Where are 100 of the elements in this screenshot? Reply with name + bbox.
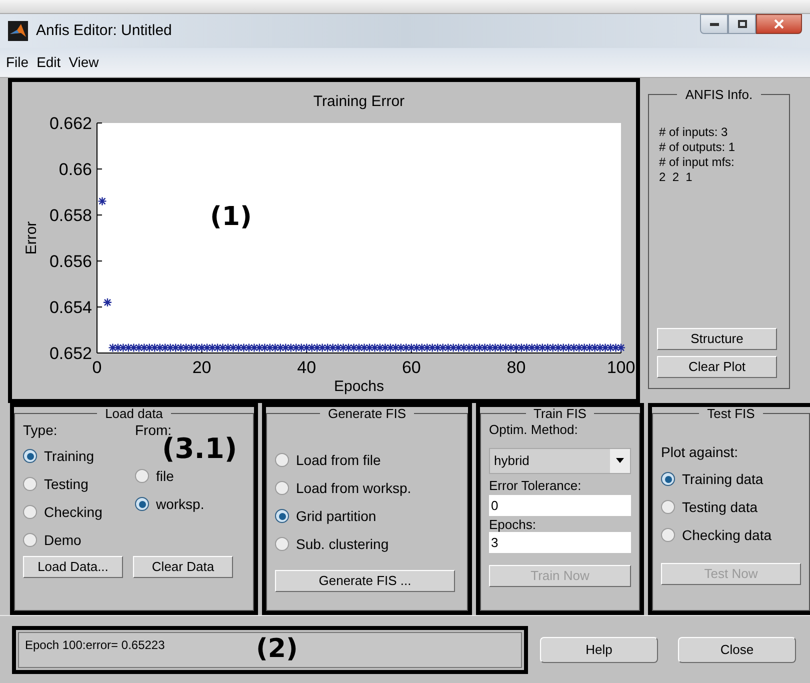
- push-button[interactable]: Structure: [657, 328, 777, 350]
- tick-label: 20: [192, 358, 212, 377]
- data-point: [548, 343, 558, 352]
- push-button[interactable]: Generate FIS ...: [275, 570, 455, 592]
- radio-button[interactable]: [661, 472, 675, 486]
- info-line: # of input mfs:: [659, 155, 736, 170]
- radio-button[interactable]: [23, 449, 37, 463]
- data-point: [166, 343, 175, 352]
- data-point: [212, 343, 222, 352]
- radio-label: Grid partition: [296, 506, 376, 526]
- push-button[interactable]: Clear Plot: [657, 356, 777, 378]
- tick-label: 0: [92, 358, 102, 377]
- field-label: Plot against:: [661, 443, 740, 462]
- push-button[interactable]: Help: [540, 636, 658, 662]
- menu-item[interactable]: File: [6, 52, 29, 73]
- data-point: [512, 343, 521, 352]
- group-title: Train FIS: [532, 407, 588, 420]
- close-button[interactable]: [756, 14, 802, 34]
- data-point: [417, 343, 426, 352]
- field-label: Epochs:: [489, 518, 537, 532]
- radio-button[interactable]: [23, 533, 37, 547]
- field-label: Type:: [23, 421, 58, 440]
- data-point: [134, 343, 144, 352]
- data-point: [516, 343, 526, 352]
- data-point: [406, 343, 416, 352]
- data-point: [260, 343, 270, 352]
- data-point: [296, 343, 306, 352]
- data-point: [558, 343, 568, 352]
- tick-label: 0.66: [58, 160, 92, 179]
- radio-button[interactable]: [275, 537, 289, 551]
- data-point: [391, 343, 400, 352]
- input-field[interactable]: 3: [489, 532, 631, 553]
- maximize-button[interactable]: [728, 14, 756, 34]
- data-point: [312, 343, 322, 352]
- menu-item[interactable]: Edit: [36, 52, 61, 73]
- radio-label: Load from worksp.: [296, 478, 412, 498]
- tick-label: 40: [297, 358, 316, 377]
- field-label: Optim. Method:: [489, 421, 579, 439]
- radio-button[interactable]: [275, 509, 289, 523]
- radio-button[interactable]: [275, 481, 289, 495]
- method-dropdown[interactable]: hybrid: [489, 448, 631, 474]
- data-point: [590, 343, 600, 352]
- group-title: Load data: [104, 407, 164, 420]
- tick-label: 0.654: [49, 298, 92, 317]
- data-point: [118, 343, 128, 352]
- annotation-label: (1): [210, 204, 252, 230]
- data-point: [344, 343, 354, 352]
- data-point: [584, 343, 594, 352]
- data-point: [113, 343, 123, 352]
- data-point: [333, 343, 343, 352]
- radio-button[interactable]: [135, 497, 149, 511]
- data-point: [538, 343, 547, 352]
- data-point: [564, 343, 574, 352]
- radio-button[interactable]: [661, 500, 675, 514]
- chart-title: Training Error: [313, 93, 405, 110]
- data-point: [338, 343, 348, 352]
- menu-item[interactable]: View: [68, 52, 99, 73]
- data-point: [322, 343, 332, 352]
- annotation-label: (3.1): [162, 435, 238, 463]
- data-point: [186, 343, 196, 352]
- data-point: [354, 343, 364, 352]
- push-button[interactable]: Clear Data: [133, 556, 233, 578]
- radio-button[interactable]: [23, 505, 37, 519]
- data-point: [380, 343, 390, 352]
- minimize-button[interactable]: [700, 14, 728, 34]
- data-point: [218, 343, 228, 352]
- radio-label: Checking data: [682, 526, 772, 545]
- data-point: [611, 343, 620, 352]
- data-point: [250, 343, 259, 352]
- tick-label: 0.652: [49, 344, 92, 363]
- radio-button[interactable]: [23, 477, 37, 491]
- caret-icon: [616, 458, 624, 463]
- radio-button[interactable]: [135, 469, 149, 483]
- data-point: [375, 343, 385, 352]
- data-point: [370, 343, 380, 352]
- data-point: [181, 343, 191, 352]
- push-button[interactable]: Close: [678, 636, 796, 662]
- data-point: [318, 343, 327, 352]
- data-point: [281, 343, 290, 352]
- push-button[interactable]: Load Data...: [23, 556, 123, 578]
- data-point: [422, 343, 432, 352]
- data-point: [496, 343, 506, 352]
- data-point: [160, 343, 170, 352]
- radio-label: Demo: [44, 530, 82, 550]
- data-point: [276, 343, 285, 352]
- tick-label: 0.662: [49, 114, 92, 133]
- data-point: [459, 343, 468, 352]
- info-line: # of outputs: 1: [659, 140, 736, 155]
- input-field[interactable]: 0: [489, 495, 631, 516]
- data-point: [490, 343, 500, 352]
- radio-label: Testing: [44, 474, 88, 494]
- data-point: [140, 343, 149, 352]
- data-point: [428, 343, 437, 352]
- radio-button[interactable]: [275, 453, 289, 467]
- tick-label: 60: [402, 358, 421, 377]
- tick-label: 80: [506, 358, 526, 377]
- axis-label: Epochs: [334, 378, 384, 395]
- radio-button[interactable]: [661, 528, 675, 542]
- radio-label: file: [156, 466, 174, 486]
- data-point: [554, 343, 563, 352]
